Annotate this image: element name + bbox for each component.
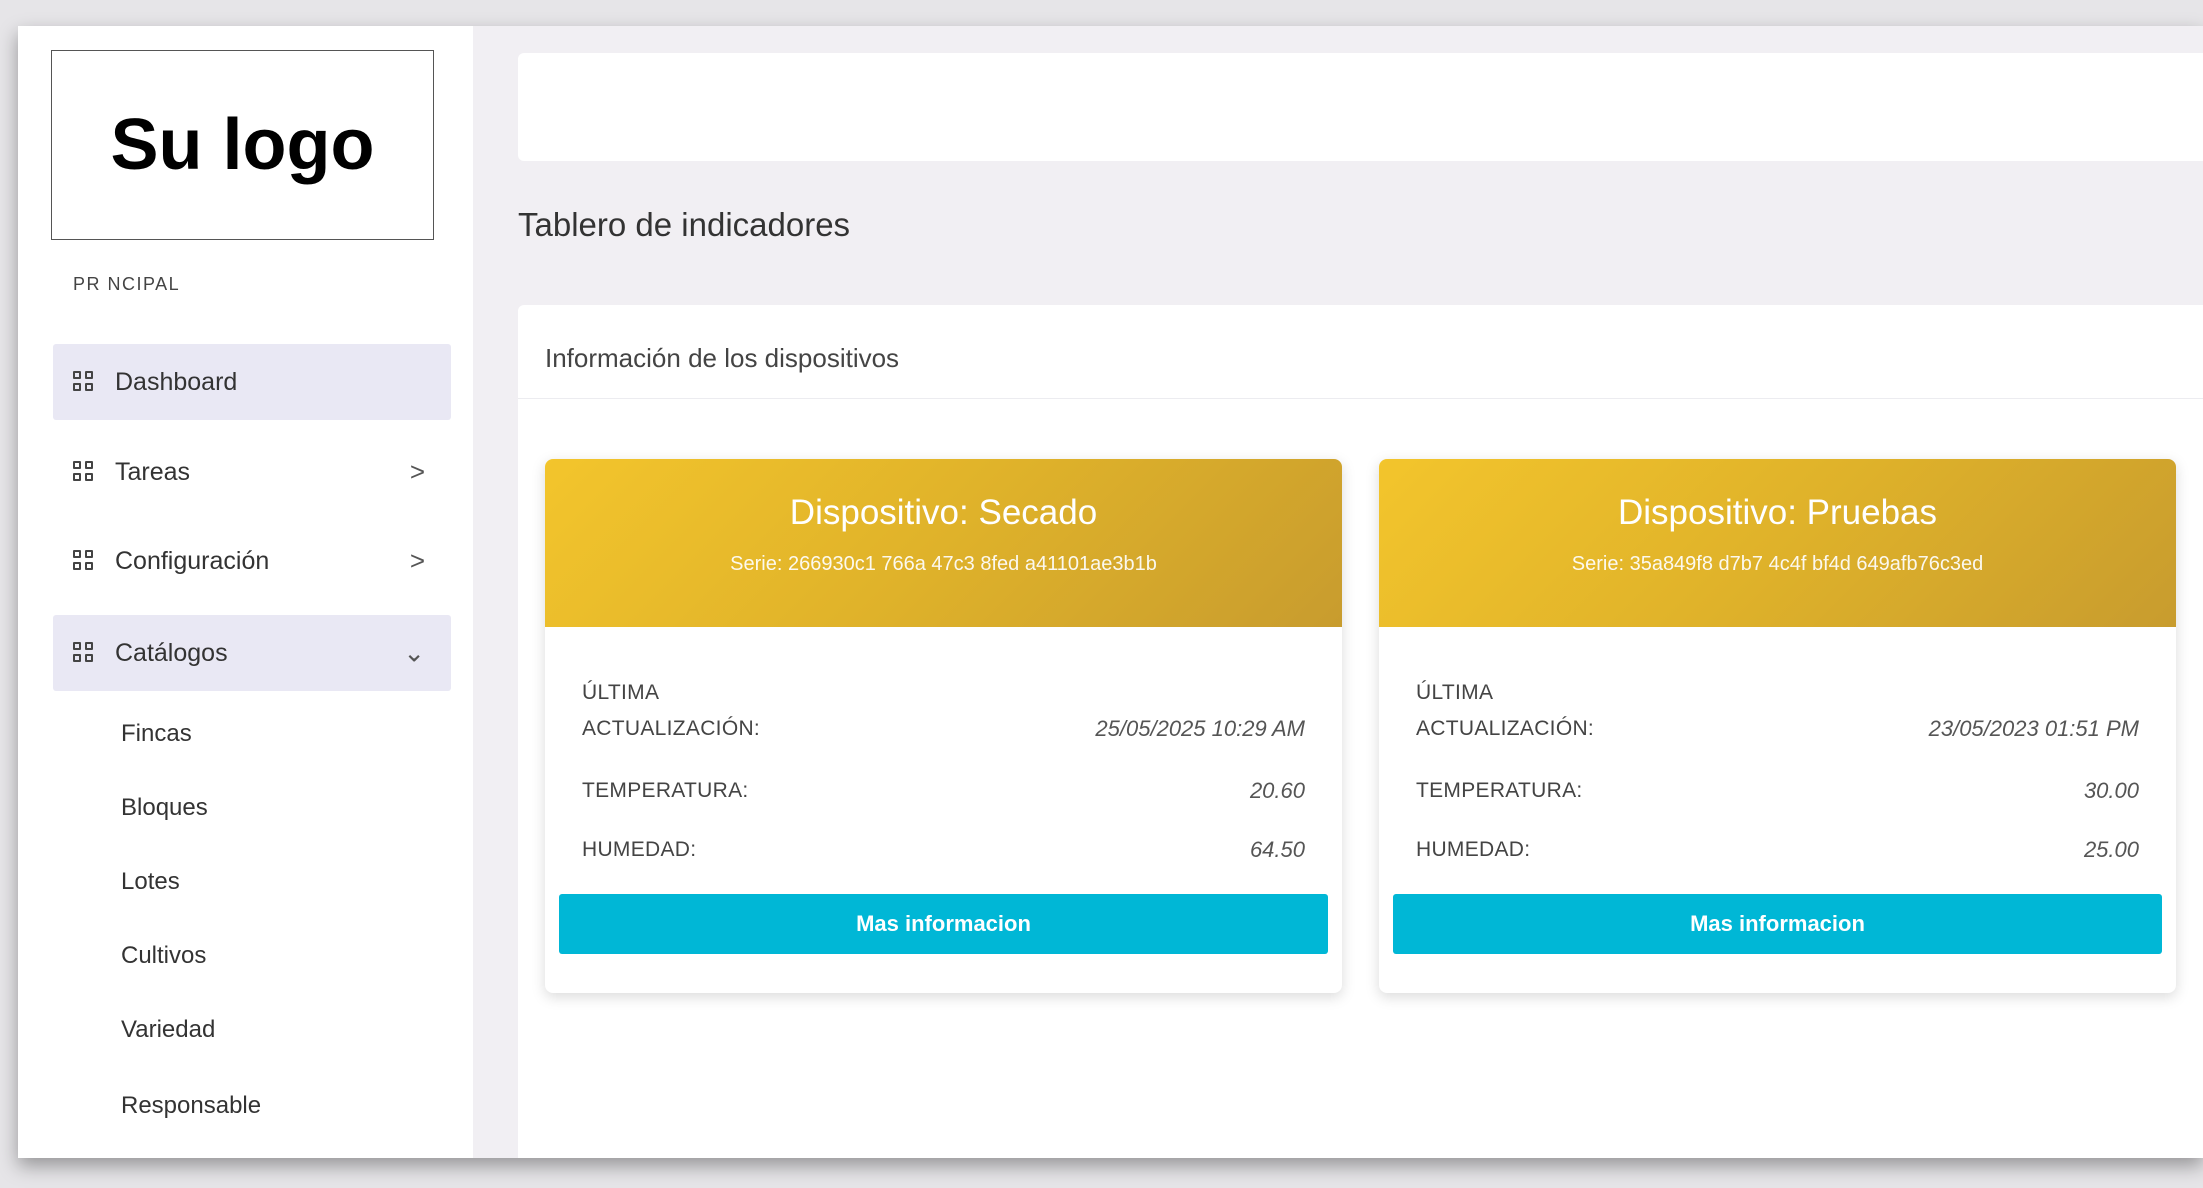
page-title: Tablero de indicadores [518, 206, 851, 243]
sidebar-item-label: Configuración [115, 546, 270, 575]
device-serial: Serie: 266930c1 766a 47c3 8fed a41101ae3… [730, 553, 1157, 575]
temperature-value: 20.60 [1249, 778, 1305, 803]
sidebar-item-label: Tareas [115, 457, 191, 486]
sidebar-item-label: Catálogos [115, 638, 228, 667]
last-update-label: ÚLTIMA [1416, 681, 1494, 704]
chevron-down-icon: ⌄ [403, 637, 425, 668]
last-update-value: 25/05/2025 10:29 AM [1095, 716, 1305, 741]
device-name: Dispositivo: Secado [789, 493, 1098, 532]
top-bar [518, 53, 2203, 161]
temperature-label: TEMPERATURA: [582, 779, 749, 802]
humidity-value: 64.50 [1249, 837, 1305, 862]
device-serial: Serie: 35a849f8 d7b7 4c4f bf4d 649afb76c… [1571, 553, 1984, 575]
more-info-button[interactable]: Mas informacion [559, 894, 1328, 954]
devices-panel-title: Información de los dispositivos [545, 343, 900, 373]
grid-icon [73, 461, 95, 483]
sidebar-subitem-lotes[interactable]: Lotes [121, 868, 180, 896]
more-info-button[interactable]: Mas informacion [1393, 894, 2162, 954]
grid-icon [73, 642, 95, 664]
device-card-header: Dispositivo: Secado Serie: 266930c1 766a… [545, 459, 1342, 627]
temperature-value: 30.00 [2083, 778, 2139, 803]
sidebar-section-label: PR NCIPAL [73, 274, 181, 294]
chevron-right-icon: > [409, 456, 425, 487]
sidebar-item-dashboard[interactable]: Dashboard [53, 344, 451, 420]
device-card-header: Dispositivo: Pruebas Serie: 35a849f8 d7b… [1379, 459, 2176, 627]
device-card: Dispositivo: Secado Serie: 266930c1 766a… [545, 459, 1342, 993]
sidebar-item-catalogos[interactable]: Catálogos ⌄ [53, 615, 451, 691]
sidebar-item-configuracion[interactable]: Configuración > [53, 523, 451, 599]
last-update-value: 23/05/2023 01:51 PM [1928, 716, 2139, 741]
temperature-label: TEMPERATURA: [1416, 779, 1583, 802]
sidebar-item-label: Dashboard [115, 367, 238, 396]
device-card: Dispositivo: Pruebas Serie: 35a849f8 d7b… [1379, 459, 2176, 993]
devices-panel-header: Información de los dispositivos [518, 305, 2203, 399]
sidebar-subitem-variedad[interactable]: Variedad [121, 1016, 215, 1044]
humidity-label: HUMEDAD: [1416, 838, 1531, 861]
device-name: Dispositivo: Pruebas [1617, 493, 1938, 532]
grid-icon [73, 371, 95, 393]
last-update-label: ACTUALIZACIÓN: [582, 717, 761, 740]
sidebar-subitem-fincas[interactable]: Fincas [121, 720, 192, 748]
sidebar-subitem-cultivos[interactable]: Cultivos [121, 942, 206, 970]
logo: Su logo [51, 50, 434, 240]
sidebar-item-tareas[interactable]: Tareas > [53, 434, 451, 510]
sidebar-subitem-bloques[interactable]: Bloques [121, 794, 208, 822]
sidebar-subitem-responsable[interactable]: Responsable [121, 1092, 261, 1120]
last-update-label: ACTUALIZACIÓN: [1416, 717, 1595, 740]
grid-icon [73, 550, 95, 572]
last-update-label: ÚLTIMA [582, 681, 660, 704]
humidity-label: HUMEDAD: [582, 838, 697, 861]
humidity-value: 25.00 [2083, 837, 2139, 862]
chevron-right-icon: > [409, 545, 425, 576]
sidebar: Su logo PR NCIPAL Dashboard Tareas > Con… [18, 26, 473, 1158]
app-window: Su logo PR NCIPAL Dashboard Tareas > Con… [18, 26, 2203, 1158]
